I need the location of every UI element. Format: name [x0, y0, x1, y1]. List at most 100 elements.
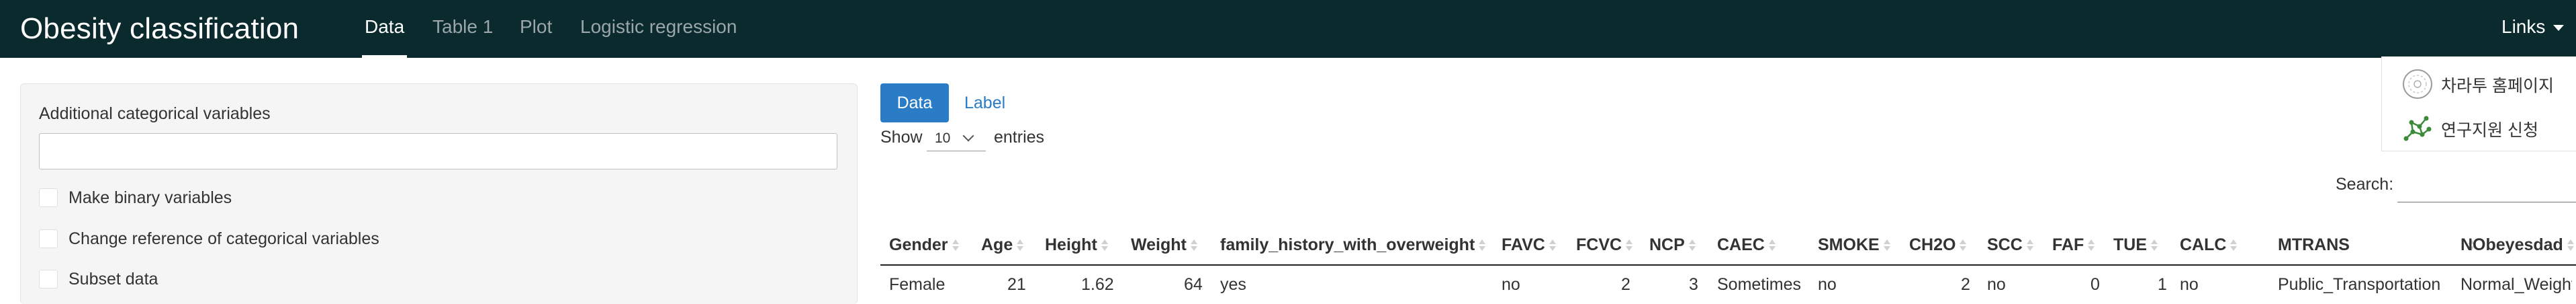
research-network-icon [2402, 113, 2433, 149]
change-reference-checkbox[interactable] [39, 229, 58, 248]
cell-ch2o: 2 [1961, 275, 1970, 294]
column-header-ncp[interactable]: NCP [1649, 235, 1696, 255]
column-header-smoke[interactable]: SMOKE [1818, 235, 1890, 255]
column-header-label: Gender [889, 235, 948, 254]
top-navbar: Obesity classification Data Table 1 Plot… [0, 0, 2576, 58]
cell-scc: no [1987, 275, 2006, 294]
cell-calc: no [2180, 275, 2199, 294]
sort-icon [1101, 239, 1108, 252]
cell-faf: 0 [2090, 275, 2100, 294]
sort-icon [2567, 239, 2574, 252]
tab-table-1[interactable]: Table 1 [432, 16, 493, 38]
column-header-age[interactable]: Age [981, 235, 1024, 255]
menu-item-research-support-label: 연구지원 신청 [2441, 121, 2538, 140]
column-header-label: Age [981, 235, 1013, 254]
search-label: Search: [2336, 175, 2394, 194]
sidebar-panel: Additional categorical variables Make bi… [20, 83, 858, 304]
column-header-label: FAF [2052, 235, 2084, 254]
cell-nobeyesdad: Normal_Weight [2460, 275, 2572, 294]
sort-icon [1190, 239, 1197, 252]
column-header-mtrans[interactable]: MTRANS [2278, 235, 2475, 255]
column-header-label: SMOKE [1818, 235, 1880, 254]
sort-icon [1549, 239, 1556, 252]
page-length-select[interactable]: 10 [927, 125, 986, 151]
column-header-family-history[interactable]: family_history_with_overweight [1220, 235, 1486, 255]
tab-plot[interactable]: Plot [520, 16, 552, 38]
column-header-calc[interactable]: CALC [2180, 235, 2238, 255]
column-header-label: MTRANS [2278, 235, 2350, 254]
cell-caec: Sometimes [1717, 275, 1802, 294]
sort-icon [2230, 239, 2238, 252]
cell-age: 21 [1007, 275, 1026, 294]
column-header-label: FAVC [1502, 235, 1545, 254]
column-header-gender[interactable]: Gender [889, 235, 959, 255]
entries-label: entries [994, 128, 1045, 147]
categorical-vars-label: Additional categorical variables [39, 104, 271, 123]
show-label: Show [880, 128, 923, 147]
data-tab-button[interactable]: Data [880, 83, 949, 122]
column-header-faf[interactable]: FAF [2052, 235, 2095, 255]
tab-logistic-regression[interactable]: Logistic regression [580, 16, 737, 38]
column-header-weight[interactable]: Weight [1131, 235, 1197, 255]
sort-icon [1768, 239, 1776, 252]
subset-data-label: Subset data [68, 270, 158, 289]
sort-icon [2151, 239, 2158, 252]
menu-item-homepage-label: 차라투 홈페이지 [2441, 77, 2554, 96]
column-header-label: NCP [1649, 235, 1685, 254]
globe-icon [2402, 69, 2433, 104]
cell-gender: Female [889, 275, 946, 294]
column-header-label: CH2O [1909, 235, 1956, 254]
column-header-caec[interactable]: CAEC [1717, 235, 1776, 255]
subset-data-checkbox[interactable] [39, 270, 58, 289]
column-header-label: family_history_with_overweight [1220, 235, 1475, 254]
make-binary-label: Make binary variables [68, 188, 232, 207]
cell-mtrans: Public_Transportation [2278, 275, 2441, 294]
cell-height: 1.62 [1081, 275, 1114, 294]
column-header-ch2o[interactable]: CH2O [1909, 235, 1967, 255]
sort-icon [952, 239, 959, 252]
sort-icon [1960, 239, 1967, 252]
sort-icon [1883, 239, 1890, 252]
column-header-favc[interactable]: FAVC [1502, 235, 1556, 255]
links-dropdown-menu: 차라투 홈페이지 연구지원 신청 [2381, 56, 2576, 151]
cell-family-history: yes [1220, 275, 1246, 294]
cell-smoke: no [1818, 275, 1837, 294]
sort-icon [1688, 239, 1696, 252]
sort-icon [2088, 239, 2095, 252]
cell-fcvc: 2 [1621, 275, 1630, 294]
sort-icon [1017, 239, 1024, 252]
caret-down-icon [2553, 25, 2565, 32]
column-header-scc[interactable]: SCC [1987, 235, 2033, 255]
column-header-tue[interactable]: TUE [2113, 235, 2158, 255]
tab-data[interactable]: Data [361, 16, 408, 58]
column-header-label: CAEC [1717, 235, 1765, 254]
chevron-down-icon [962, 130, 974, 142]
column-header-label: TUE [2113, 235, 2147, 254]
sort-icon [1626, 239, 1633, 252]
column-header-label: NObeyesdad [2460, 235, 2563, 254]
links-dropdown-toggle[interactable]: Links [2501, 16, 2565, 38]
column-header-nobeyesdad[interactable]: NObeyesdad [2460, 235, 2574, 255]
table-header-divider [880, 264, 2576, 266]
column-header-height[interactable]: Height [1045, 235, 1108, 255]
app-title: Obesity classification [20, 12, 300, 45]
cell-tue: 1 [2158, 275, 2167, 294]
column-header-label: CALC [2180, 235, 2227, 254]
label-tab-button[interactable]: Label [964, 93, 1005, 113]
cell-ncp: 3 [1689, 275, 1698, 294]
search-input[interactable] [2397, 174, 2576, 202]
column-header-label: SCC [1987, 235, 2023, 254]
make-binary-checkbox[interactable] [39, 188, 58, 207]
categorical-vars-input[interactable] [39, 133, 837, 169]
page-length-value: 10 [935, 130, 951, 146]
column-header-label: Height [1045, 235, 1097, 254]
links-label: Links [2501, 16, 2546, 37]
cell-favc: no [1502, 275, 1520, 294]
cell-weight: 64 [1184, 275, 1203, 294]
sort-icon [2026, 239, 2033, 252]
sort-icon [1479, 239, 1486, 252]
change-reference-label: Change reference of categorical variable… [68, 229, 379, 248]
column-header-label: Weight [1131, 235, 1187, 254]
column-header-label: FCVC [1576, 235, 1622, 254]
column-header-fcvc[interactable]: FCVC [1576, 235, 1633, 255]
